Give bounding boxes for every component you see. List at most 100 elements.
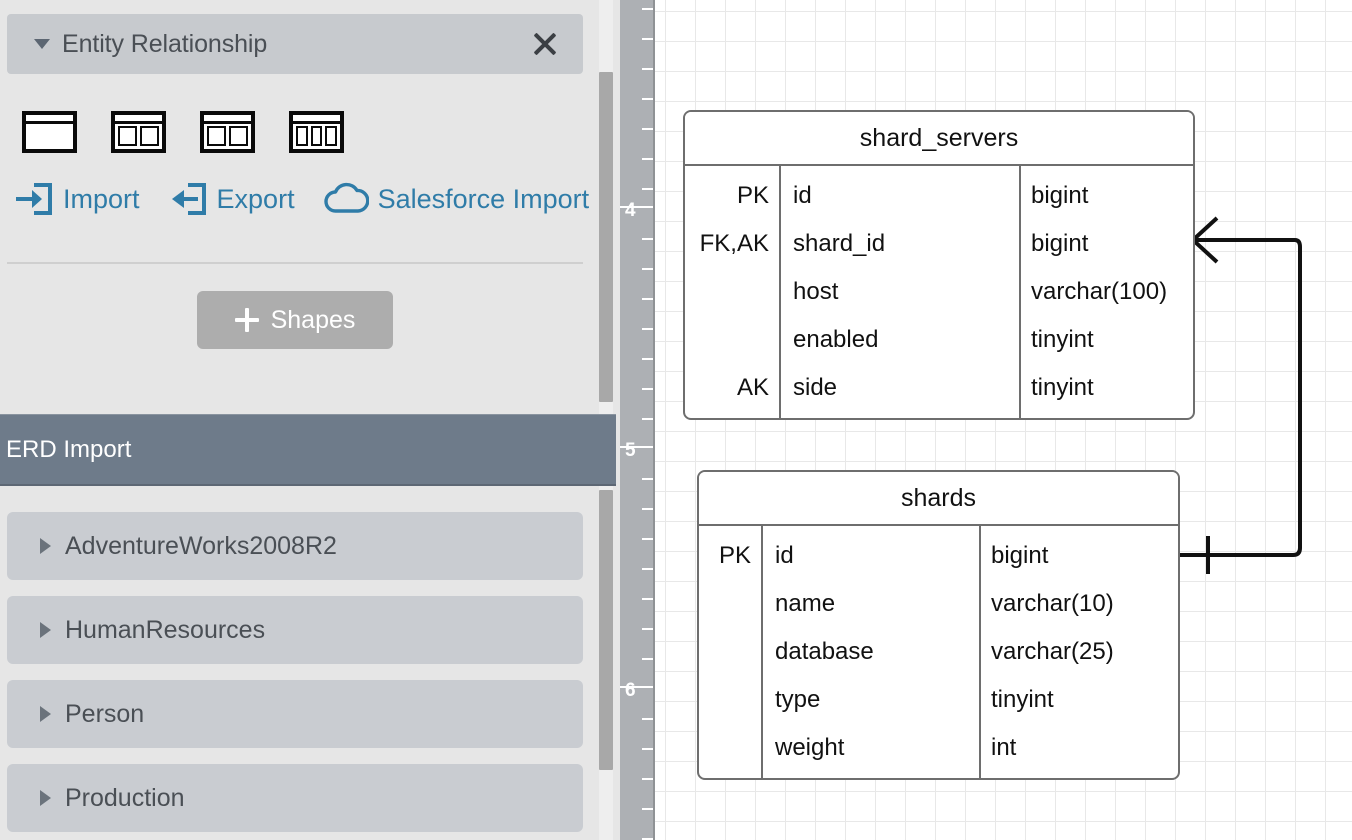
tree-item-label: Production: [65, 783, 185, 812]
erd-import-label: ERD Import: [6, 435, 132, 463]
caret-right-icon[interactable]: [40, 790, 51, 806]
shape-column: [296, 126, 308, 146]
er-key-cell: [699, 628, 761, 676]
shape-column: [207, 126, 226, 146]
entity-shape-1-column[interactable]: [22, 111, 77, 153]
ruler-tick: [642, 158, 653, 160]
er-key-cell: PK: [736, 182, 769, 209]
shape-column: [229, 126, 248, 146]
ruler-tick: [642, 808, 653, 810]
ruler-tick: [642, 658, 653, 660]
er-entity-shards[interactable]: shards PK id name database type weight b…: [697, 470, 1180, 780]
caret-right-icon[interactable]: [40, 622, 51, 638]
ruler-tick: [642, 38, 653, 40]
caret-right-icon[interactable]: [40, 706, 51, 722]
er-entity-title: shard_servers: [685, 112, 1193, 166]
tree-item-adventureworks2008r2[interactable]: AdventureWorks2008R2: [7, 512, 583, 580]
entity-shape-3-column[interactable]: [289, 111, 344, 153]
vertical-ruler[interactable]: 4 5 6: [620, 0, 655, 840]
er-field-cell: id: [775, 542, 794, 569]
er-key-cell: [699, 676, 761, 724]
tree-item-humanresources[interactable]: HumanResources: [7, 596, 583, 664]
entity-shape-2-column-narrow-left[interactable]: [111, 111, 166, 153]
er-field-cell: id: [793, 182, 812, 209]
erd-database-tree: AdventureWorks2008R2 HumanResources Pers…: [7, 512, 583, 840]
shape-header-band: [293, 115, 340, 124]
er-key-cell: [685, 316, 779, 364]
er-type-cell: varchar(10): [991, 590, 1114, 617]
er-type-cell: varchar(25): [991, 638, 1114, 665]
ruler-tick: [642, 98, 653, 100]
ruler-tick: [642, 538, 653, 540]
shape-column: [310, 126, 323, 146]
er-key-cell: PK: [718, 542, 751, 569]
er-type-cell: tinyint: [1031, 374, 1094, 401]
er-key-cell: [699, 724, 761, 772]
er-field-cell: enabled: [793, 326, 879, 353]
tree-item-label: AdventureWorks2008R2: [65, 531, 337, 560]
left-sidebar-panel: Entity Relationship Import Export Salesf…: [0, 0, 620, 840]
erd-import-section-header[interactable]: ERD Import: [0, 414, 620, 486]
tree-item-label: HumanResources: [65, 615, 266, 644]
er-field-column: id name database type weight: [763, 526, 981, 778]
export-label: Export: [216, 183, 295, 214]
export-arrow-icon: [171, 183, 206, 215]
entity-shape-2-column-even[interactable]: [200, 111, 255, 153]
caret-down-icon[interactable]: [34, 39, 50, 49]
close-icon[interactable]: [529, 28, 561, 60]
er-type-column: bigint bigint varchar(100) tinyint tinyi…: [1021, 166, 1193, 418]
er-key-cell: [685, 268, 779, 316]
salesforce-import-label: Salesforce Import: [377, 183, 590, 214]
erd-action-links: Import Export Salesforce Import: [14, 180, 589, 218]
ruler-tick: [642, 598, 653, 600]
ruler-tick: [642, 68, 653, 70]
diagram-canvas[interactable]: shard_servers PK FK,AK AK id shard_id ho…: [655, 0, 1352, 840]
er-type-cell: bigint: [1031, 230, 1089, 257]
er-field-column: id shard_id host enabled side: [781, 166, 1021, 418]
shape-header-band: [115, 115, 162, 124]
tree-item-label: Person: [65, 699, 145, 728]
shape-column: [29, 126, 70, 146]
er-type-cell: int: [991, 734, 1017, 761]
ruler-tick: [642, 298, 653, 300]
ruler-tick: [642, 128, 653, 130]
er-type-cell: varchar(100): [1031, 278, 1168, 305]
section-divider: [7, 262, 583, 264]
shape-header-band: [204, 115, 251, 124]
er-key-cell: AK: [736, 374, 769, 401]
ruler-tick: [642, 508, 653, 510]
export-button[interactable]: Export: [168, 180, 295, 218]
shapes-button-label: Shapes: [270, 305, 356, 334]
er-type-cell: tinyint: [1031, 326, 1094, 353]
tree-item-person[interactable]: Person: [7, 680, 583, 748]
er-type-cell: bigint: [1031, 182, 1089, 209]
tree-item-production[interactable]: Production: [7, 764, 583, 832]
er-key-cell: FK,AK: [699, 230, 769, 257]
section-title: Entity Relationship: [62, 29, 268, 58]
ruler-tick: [642, 328, 653, 330]
entity-relationship-section-header[interactable]: Entity Relationship: [7, 14, 583, 74]
er-field-cell: weight: [775, 734, 845, 761]
ruler-tick: [642, 238, 653, 240]
er-entity-title: shards: [699, 472, 1178, 526]
salesforce-import-button[interactable]: Salesforce Import: [323, 182, 590, 216]
shape-panel-scrollbar-thumb[interactable]: [599, 72, 613, 402]
plus-icon: [234, 308, 259, 332]
er-field-cell: shard_id: [793, 230, 886, 257]
er-type-cell: bigint: [991, 542, 1049, 569]
add-shapes-button[interactable]: Shapes: [197, 291, 393, 349]
shape-column: [118, 126, 137, 146]
ruler-tick: [642, 718, 653, 720]
er-entity-shard-servers[interactable]: shard_servers PK FK,AK AK id shard_id ho…: [683, 110, 1195, 420]
er-field-cell: host: [793, 278, 839, 305]
ruler-tick: [642, 388, 653, 390]
caret-right-icon[interactable]: [40, 538, 51, 554]
entity-shape-palette: [22, 111, 344, 153]
ruler-tick: [642, 358, 653, 360]
er-field-cell: database: [775, 638, 874, 665]
er-type-column: bigint varchar(10) varchar(25) tinyint i…: [981, 526, 1178, 778]
erd-panel-scrollbar-thumb[interactable]: [599, 490, 613, 770]
ruler-tick: [642, 628, 653, 630]
import-button[interactable]: Import: [14, 180, 140, 218]
er-field-cell: type: [775, 686, 821, 713]
